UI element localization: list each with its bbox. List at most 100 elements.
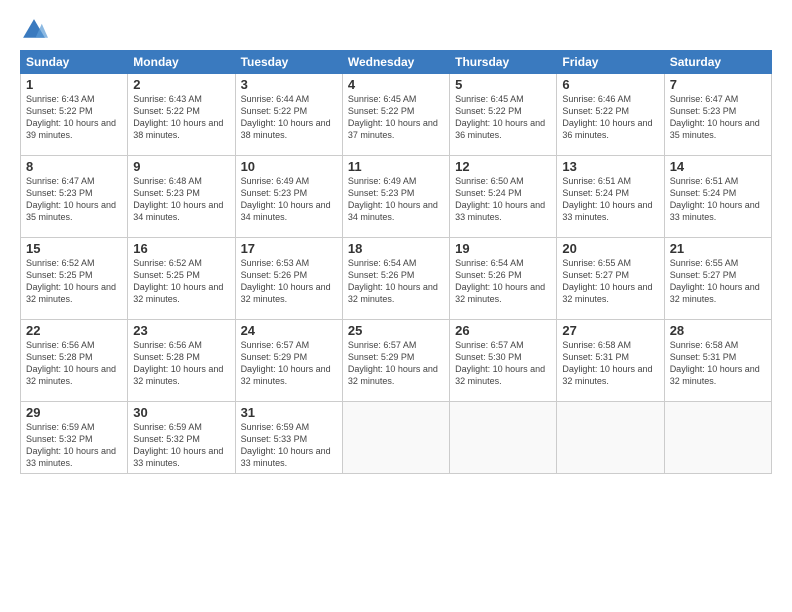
day-info: Sunrise: 6:53 AMSunset: 5:26 PMDaylight:… [241, 257, 337, 306]
day-cell-28: 28Sunrise: 6:58 AMSunset: 5:31 PMDayligh… [664, 320, 771, 402]
day-cell-24: 24Sunrise: 6:57 AMSunset: 5:29 PMDayligh… [235, 320, 342, 402]
day-info: Sunrise: 6:56 AMSunset: 5:28 PMDaylight:… [133, 339, 229, 388]
day-info: Sunrise: 6:47 AMSunset: 5:23 PMDaylight:… [26, 175, 122, 224]
day-info: Sunrise: 6:43 AMSunset: 5:22 PMDaylight:… [26, 93, 122, 142]
day-cell-15: 15Sunrise: 6:52 AMSunset: 5:25 PMDayligh… [21, 238, 128, 320]
day-info: Sunrise: 6:54 AMSunset: 5:26 PMDaylight:… [455, 257, 551, 306]
day-number: 22 [26, 323, 122, 338]
day-number: 15 [26, 241, 122, 256]
day-cell-13: 13Sunrise: 6:51 AMSunset: 5:24 PMDayligh… [557, 156, 664, 238]
day-number: 9 [133, 159, 229, 174]
day-number: 13 [562, 159, 658, 174]
day-header-monday: Monday [128, 51, 235, 74]
day-info: Sunrise: 6:57 AMSunset: 5:29 PMDaylight:… [348, 339, 444, 388]
day-info: Sunrise: 6:49 AMSunset: 5:23 PMDaylight:… [348, 175, 444, 224]
empty-cell [450, 402, 557, 474]
day-cell-5: 5Sunrise: 6:45 AMSunset: 5:22 PMDaylight… [450, 74, 557, 156]
day-cell-26: 26Sunrise: 6:57 AMSunset: 5:30 PMDayligh… [450, 320, 557, 402]
day-info: Sunrise: 6:59 AMSunset: 5:32 PMDaylight:… [26, 421, 122, 470]
day-info: Sunrise: 6:54 AMSunset: 5:26 PMDaylight:… [348, 257, 444, 306]
day-number: 10 [241, 159, 337, 174]
day-info: Sunrise: 6:45 AMSunset: 5:22 PMDaylight:… [348, 93, 444, 142]
day-info: Sunrise: 6:48 AMSunset: 5:23 PMDaylight:… [133, 175, 229, 224]
day-info: Sunrise: 6:57 AMSunset: 5:30 PMDaylight:… [455, 339, 551, 388]
day-number: 18 [348, 241, 444, 256]
day-cell-29: 29Sunrise: 6:59 AMSunset: 5:32 PMDayligh… [21, 402, 128, 474]
day-number: 2 [133, 77, 229, 92]
day-cell-22: 22Sunrise: 6:56 AMSunset: 5:28 PMDayligh… [21, 320, 128, 402]
day-cell-7: 7Sunrise: 6:47 AMSunset: 5:23 PMDaylight… [664, 74, 771, 156]
calendar: SundayMondayTuesdayWednesdayThursdayFrid… [20, 50, 772, 474]
day-cell-8: 8Sunrise: 6:47 AMSunset: 5:23 PMDaylight… [21, 156, 128, 238]
day-number: 12 [455, 159, 551, 174]
page: SundayMondayTuesdayWednesdayThursdayFrid… [0, 0, 792, 612]
day-info: Sunrise: 6:47 AMSunset: 5:23 PMDaylight:… [670, 93, 766, 142]
day-number: 25 [348, 323, 444, 338]
day-number: 20 [562, 241, 658, 256]
day-number: 24 [241, 323, 337, 338]
day-info: Sunrise: 6:59 AMSunset: 5:33 PMDaylight:… [241, 421, 337, 470]
day-cell-30: 30Sunrise: 6:59 AMSunset: 5:32 PMDayligh… [128, 402, 235, 474]
day-cell-3: 3Sunrise: 6:44 AMSunset: 5:22 PMDaylight… [235, 74, 342, 156]
header [20, 16, 772, 44]
day-number: 31 [241, 405, 337, 420]
week-row-3: 15Sunrise: 6:52 AMSunset: 5:25 PMDayligh… [21, 238, 772, 320]
day-info: Sunrise: 6:50 AMSunset: 5:24 PMDaylight:… [455, 175, 551, 224]
day-cell-12: 12Sunrise: 6:50 AMSunset: 5:24 PMDayligh… [450, 156, 557, 238]
day-number: 4 [348, 77, 444, 92]
day-header-thursday: Thursday [450, 51, 557, 74]
day-number: 1 [26, 77, 122, 92]
day-number: 28 [670, 323, 766, 338]
day-cell-17: 17Sunrise: 6:53 AMSunset: 5:26 PMDayligh… [235, 238, 342, 320]
day-cell-27: 27Sunrise: 6:58 AMSunset: 5:31 PMDayligh… [557, 320, 664, 402]
day-info: Sunrise: 6:46 AMSunset: 5:22 PMDaylight:… [562, 93, 658, 142]
day-cell-1: 1Sunrise: 6:43 AMSunset: 5:22 PMDaylight… [21, 74, 128, 156]
calendar-header-row: SundayMondayTuesdayWednesdayThursdayFrid… [21, 51, 772, 74]
day-number: 29 [26, 405, 122, 420]
week-row-1: 1Sunrise: 6:43 AMSunset: 5:22 PMDaylight… [21, 74, 772, 156]
day-info: Sunrise: 6:51 AMSunset: 5:24 PMDaylight:… [670, 175, 766, 224]
day-info: Sunrise: 6:43 AMSunset: 5:22 PMDaylight:… [133, 93, 229, 142]
day-number: 17 [241, 241, 337, 256]
day-cell-14: 14Sunrise: 6:51 AMSunset: 5:24 PMDayligh… [664, 156, 771, 238]
day-cell-25: 25Sunrise: 6:57 AMSunset: 5:29 PMDayligh… [342, 320, 449, 402]
day-cell-2: 2Sunrise: 6:43 AMSunset: 5:22 PMDaylight… [128, 74, 235, 156]
day-info: Sunrise: 6:57 AMSunset: 5:29 PMDaylight:… [241, 339, 337, 388]
day-header-wednesday: Wednesday [342, 51, 449, 74]
day-header-sunday: Sunday [21, 51, 128, 74]
day-cell-18: 18Sunrise: 6:54 AMSunset: 5:26 PMDayligh… [342, 238, 449, 320]
day-info: Sunrise: 6:55 AMSunset: 5:27 PMDaylight:… [670, 257, 766, 306]
day-cell-4: 4Sunrise: 6:45 AMSunset: 5:22 PMDaylight… [342, 74, 449, 156]
day-info: Sunrise: 6:49 AMSunset: 5:23 PMDaylight:… [241, 175, 337, 224]
day-number: 21 [670, 241, 766, 256]
day-cell-21: 21Sunrise: 6:55 AMSunset: 5:27 PMDayligh… [664, 238, 771, 320]
day-number: 7 [670, 77, 766, 92]
day-number: 16 [133, 241, 229, 256]
day-number: 5 [455, 77, 551, 92]
week-row-4: 22 Sunrise: 6:56 AMSunset: 5:28 PMDayligh… [21, 320, 772, 402]
day-cell-6: 6Sunrise: 6:46 AMSunset: 5:22 PMDaylight… [557, 74, 664, 156]
day-info: Sunrise: 6:59 AMSunset: 5:32 PMDaylight:… [133, 421, 229, 470]
day-header-saturday: Saturday [664, 51, 771, 74]
day-cell-19: 19Sunrise: 6:54 AMSunset: 5:26 PMDayligh… [450, 238, 557, 320]
day-info: Sunrise: 6:52 AMSunset: 5:25 PMDaylight:… [133, 257, 229, 306]
day-cell-10: 10Sunrise: 6:49 AMSunset: 5:23 PMDayligh… [235, 156, 342, 238]
day-info: Sunrise: 6:58 AMSunset: 5:31 PMDaylight:… [670, 339, 766, 388]
day-cell-23: 23Sunrise: 6:56 AMSunset: 5:28 PMDayligh… [128, 320, 235, 402]
day-number: 6 [562, 77, 658, 92]
day-number: 30 [133, 405, 229, 420]
logo-icon [20, 16, 48, 44]
logo [20, 16, 52, 44]
day-info: Sunrise: 6:51 AMSunset: 5:24 PMDaylight:… [562, 175, 658, 224]
day-number: 26 [455, 323, 551, 338]
empty-cell [342, 402, 449, 474]
day-info: Sunrise: 6:58 AMSunset: 5:31 PMDaylight:… [562, 339, 658, 388]
day-cell-31: 31Sunrise: 6:59 AMSunset: 5:33 PMDayligh… [235, 402, 342, 474]
day-header-friday: Friday [557, 51, 664, 74]
day-header-tuesday: Tuesday [235, 51, 342, 74]
day-info: Sunrise: 6:55 AMSunset: 5:27 PMDaylight:… [562, 257, 658, 306]
day-number: 14 [670, 159, 766, 174]
empty-cell [557, 402, 664, 474]
day-info: Sunrise: 6:52 AMSunset: 5:25 PMDaylight:… [26, 257, 122, 306]
empty-cell [664, 402, 771, 474]
